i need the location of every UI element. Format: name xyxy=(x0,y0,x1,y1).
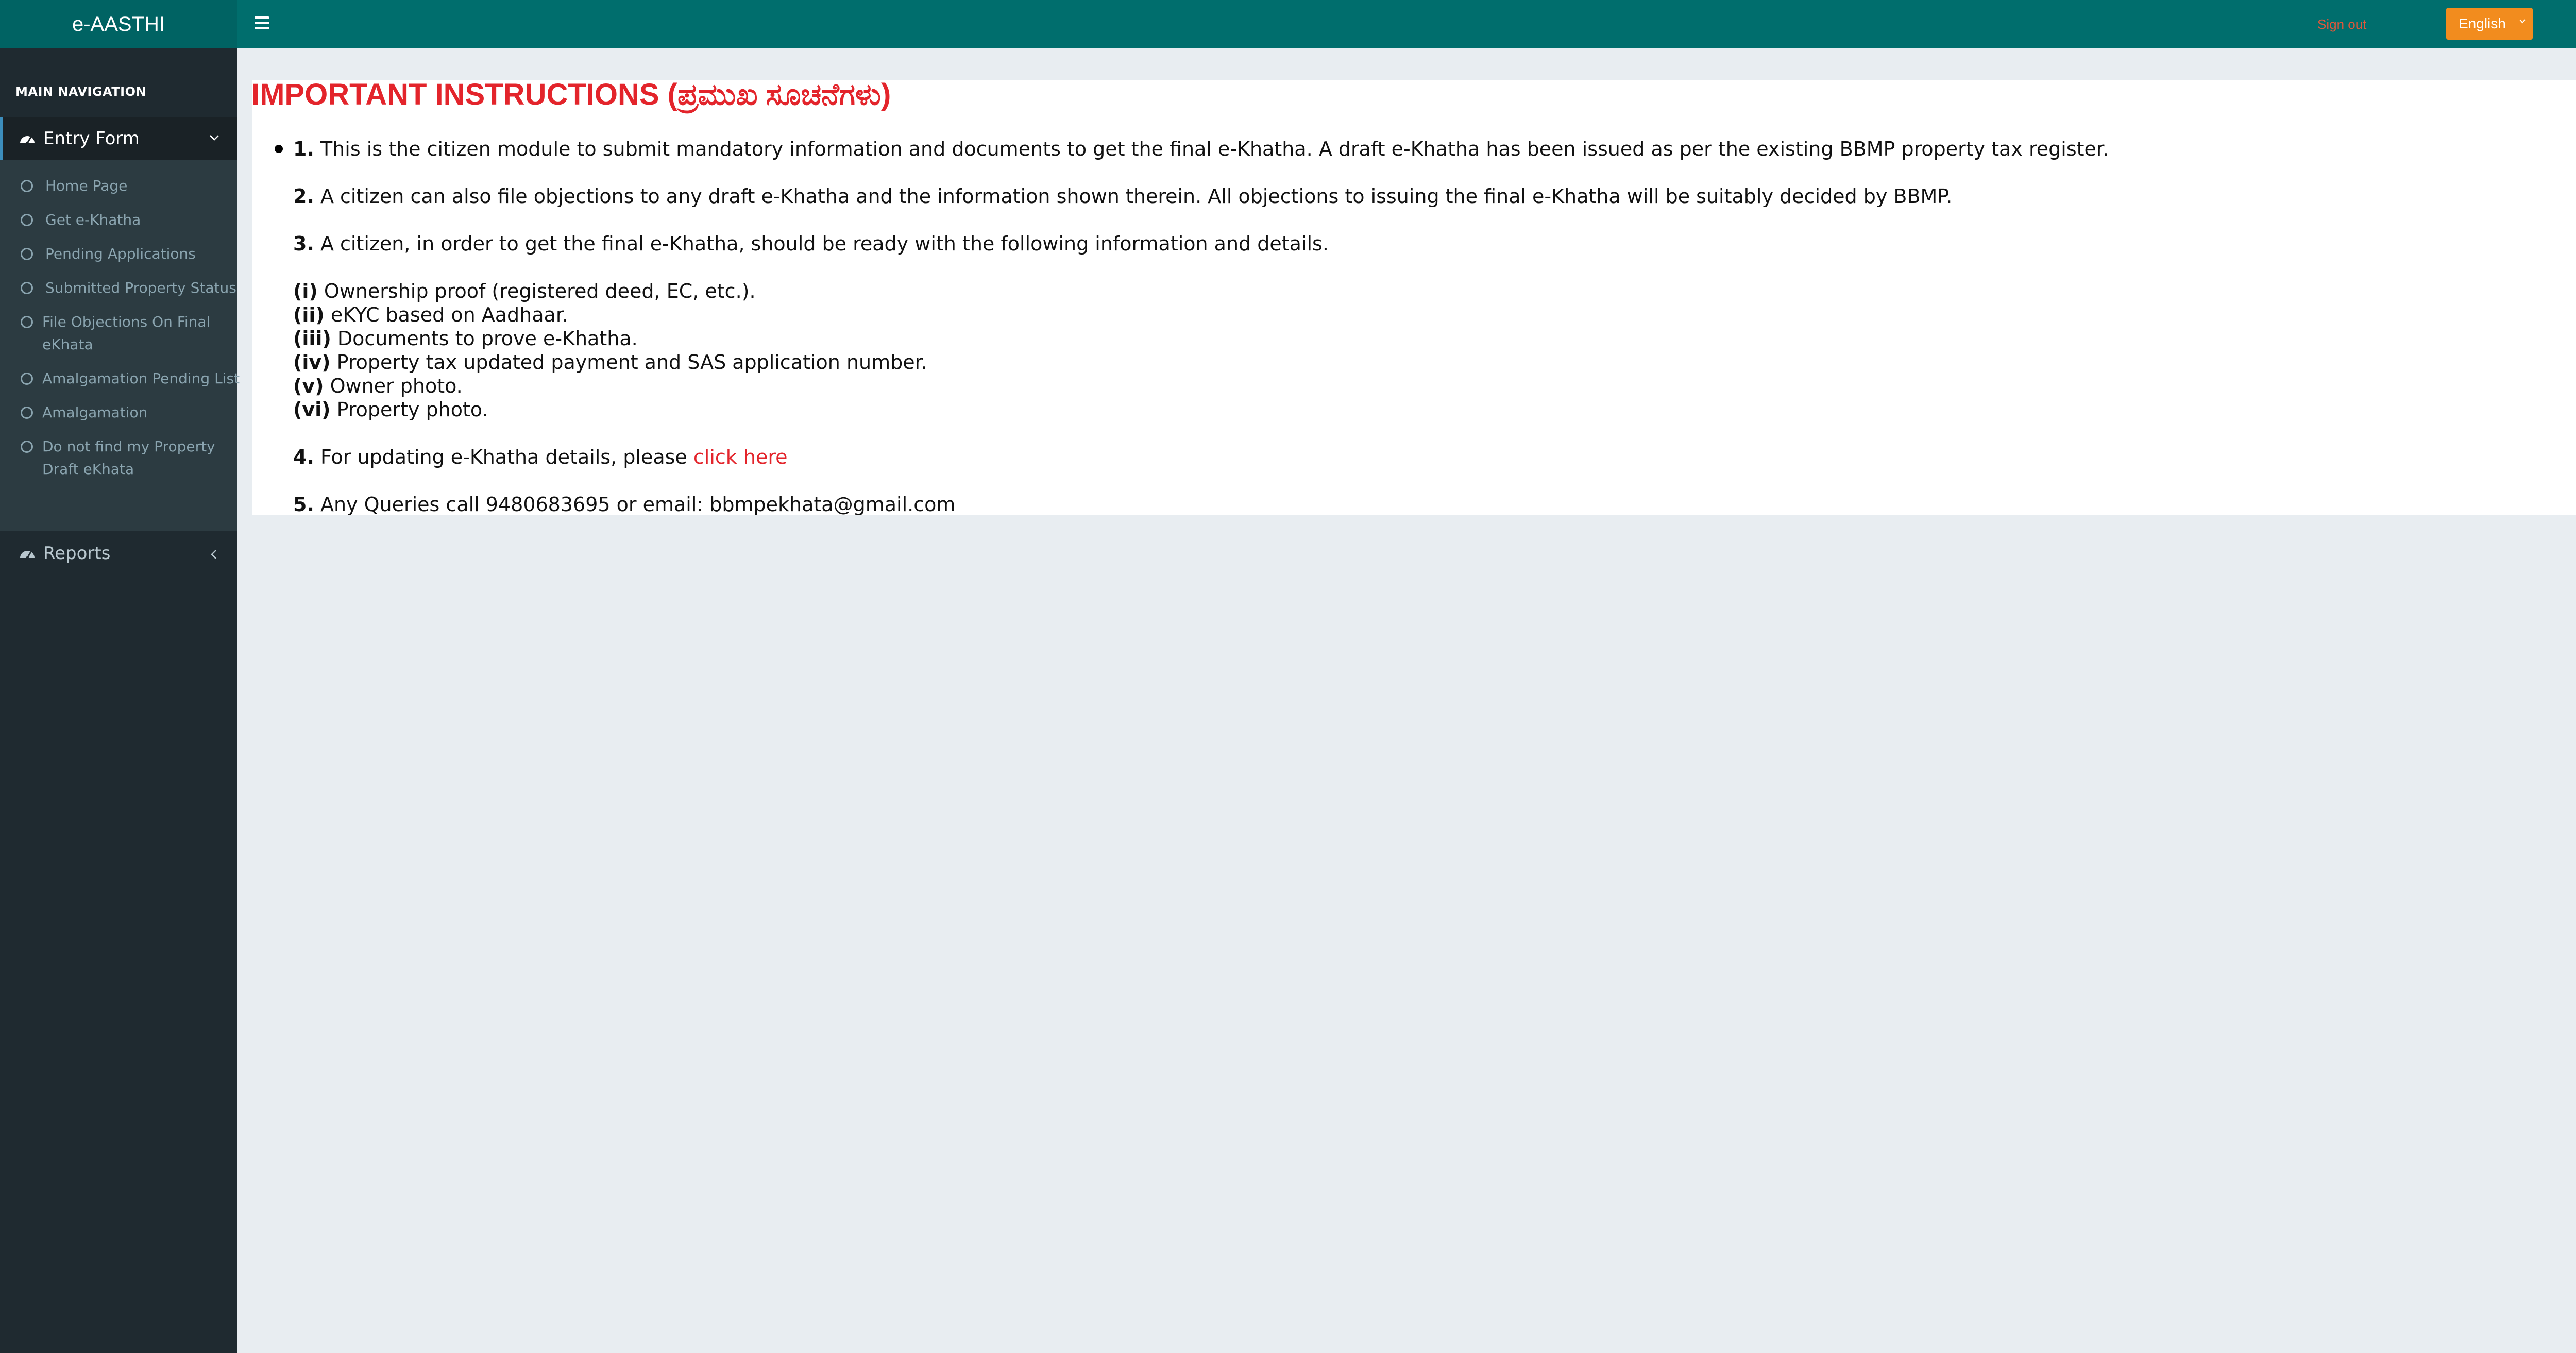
entry-form-submenu: Home Page Get e-Khatha Pending Applicati… xyxy=(0,160,240,531)
requirement-item: (vi) Property photo. xyxy=(293,398,488,421)
dashboard-icon xyxy=(20,136,35,145)
requirement-number: (iv) xyxy=(293,351,331,374)
requirement-text: Ownership proof (registered deed, EC, et… xyxy=(317,280,756,302)
sidebar-item-reports[interactable]: Reports xyxy=(0,531,237,576)
sidebar-item-do-not-find-property[interactable]: Do not find my Property Draft eKhata xyxy=(21,435,229,481)
sidebar-item-label: Pending Applications xyxy=(45,245,196,262)
sidebar-item-amalgamation-pending-list[interactable]: Amalgamation Pending List xyxy=(21,367,240,390)
instruction-1: 1. This is the citizen module to submit … xyxy=(293,137,2109,161)
page-title: IMPORTANT INSTRUCTIONS (ಪ್ರಮುಖ ಸೂಚನೆಗಳು) xyxy=(251,78,891,111)
sidebar: MAIN NAVIGATION Entry Form Home Page Get… xyxy=(0,48,240,1353)
requirement-text: Owner photo. xyxy=(324,375,463,397)
requirement-number: (vi) xyxy=(293,398,331,421)
dashboard-icon xyxy=(20,551,35,560)
requirement-number: (v) xyxy=(293,375,324,397)
instruction-text: For updating e-Khatha details, please xyxy=(314,446,693,468)
sidebar-item-pending-applications[interactable]: Pending Applications xyxy=(21,243,237,265)
chevron-down-icon xyxy=(210,135,219,141)
sidebar-item-label: Entry Form xyxy=(43,128,140,149)
sidebar-item-label: Get e-Khatha xyxy=(45,211,141,228)
requirement-item: (i) Ownership proof (registered deed, EC… xyxy=(293,279,756,303)
hamburger-menu-icon[interactable] xyxy=(255,16,269,30)
circle-icon xyxy=(21,407,33,419)
sidebar-item-label: Submitted Property Status xyxy=(45,279,236,296)
language-value: English xyxy=(2459,15,2506,31)
instruction-3: 3. A citizen, in order to get the final … xyxy=(293,232,1329,256)
instruction-text: Any Queries call 9480683695 or email: bb… xyxy=(314,493,956,516)
app-logo[interactable]: e-AASTHI xyxy=(0,0,237,48)
circle-icon xyxy=(21,316,33,328)
click-here-link[interactable]: click here xyxy=(693,446,788,468)
requirement-item: (iii) Documents to prove e-Khatha. xyxy=(293,327,638,350)
instruction-text: A citizen can also file objections to an… xyxy=(314,185,1953,208)
instruction-number: 3. xyxy=(293,232,314,255)
sidebar-item-label: Home Page xyxy=(45,177,128,194)
instruction-text: This is the citizen module to submit man… xyxy=(314,138,2109,160)
circle-icon xyxy=(21,373,33,385)
sidebar-item-amalgamation[interactable]: Amalgamation xyxy=(21,401,237,424)
circle-icon xyxy=(21,214,33,226)
top-navbar: English xyxy=(237,0,2576,48)
requirement-item: (ii) eKYC based on Aadhaar. xyxy=(293,303,568,327)
sidebar-item-label: Amalgamation Pending List xyxy=(42,370,240,387)
sidebar-item-label: Reports xyxy=(43,543,111,564)
requirement-text: Property photo. xyxy=(330,398,488,421)
sidebar-item-label: Do not find my Property Draft eKhata xyxy=(42,438,215,478)
requirement-item: (v) Owner photo. xyxy=(293,374,463,398)
circle-icon xyxy=(21,248,33,260)
requirement-number: (iii) xyxy=(293,327,331,350)
sidebar-item-entry-form[interactable]: Entry Form xyxy=(0,117,237,160)
circle-icon xyxy=(21,441,33,453)
instruction-2: 2. A citizen can also file objections to… xyxy=(293,184,1952,208)
sign-out-link[interactable]: Sign out xyxy=(2317,16,2366,32)
requirement-number: (i) xyxy=(293,280,318,302)
bullet-icon xyxy=(275,145,283,153)
sidebar-heading: MAIN NAVIGATION xyxy=(15,84,147,99)
sidebar-item-home-page[interactable]: Home Page xyxy=(21,175,237,197)
language-select[interactable]: English xyxy=(2446,8,2533,40)
requirement-text: eKYC based on Aadhaar. xyxy=(324,303,569,326)
instruction-number: 1. xyxy=(293,138,314,160)
instruction-4: 4. For updating e-Khatha details, please… xyxy=(293,445,788,469)
sidebar-item-label: Amalgamation xyxy=(42,404,148,421)
circle-icon xyxy=(21,282,33,294)
instruction-number: 5. xyxy=(293,493,314,516)
circle-icon xyxy=(21,180,33,192)
requirement-text: Documents to prove e-Khatha. xyxy=(331,327,638,350)
sidebar-item-submitted-property-status[interactable]: Submitted Property Status xyxy=(21,277,237,299)
requirement-number: (ii) xyxy=(293,303,325,326)
requirement-text: Property tax updated payment and SAS app… xyxy=(330,351,927,374)
sidebar-item-get-ekhatha[interactable]: Get e-Khatha xyxy=(21,209,237,231)
instruction-5: 5. Any Queries call 9480683695 or email:… xyxy=(293,493,955,516)
sidebar-item-label: File Objections On Final eKhata xyxy=(42,313,211,353)
requirement-item: (iv) Property tax updated payment and SA… xyxy=(293,350,927,374)
chevron-left-icon xyxy=(211,550,216,559)
instruction-number: 4. xyxy=(293,446,314,468)
instruction-text: A citizen, in order to get the final e-K… xyxy=(314,232,1329,255)
sidebar-item-file-objections[interactable]: File Objections On Final eKhata xyxy=(21,311,229,356)
chevron-down-icon xyxy=(2519,19,2526,24)
instruction-number: 2. xyxy=(293,185,314,208)
